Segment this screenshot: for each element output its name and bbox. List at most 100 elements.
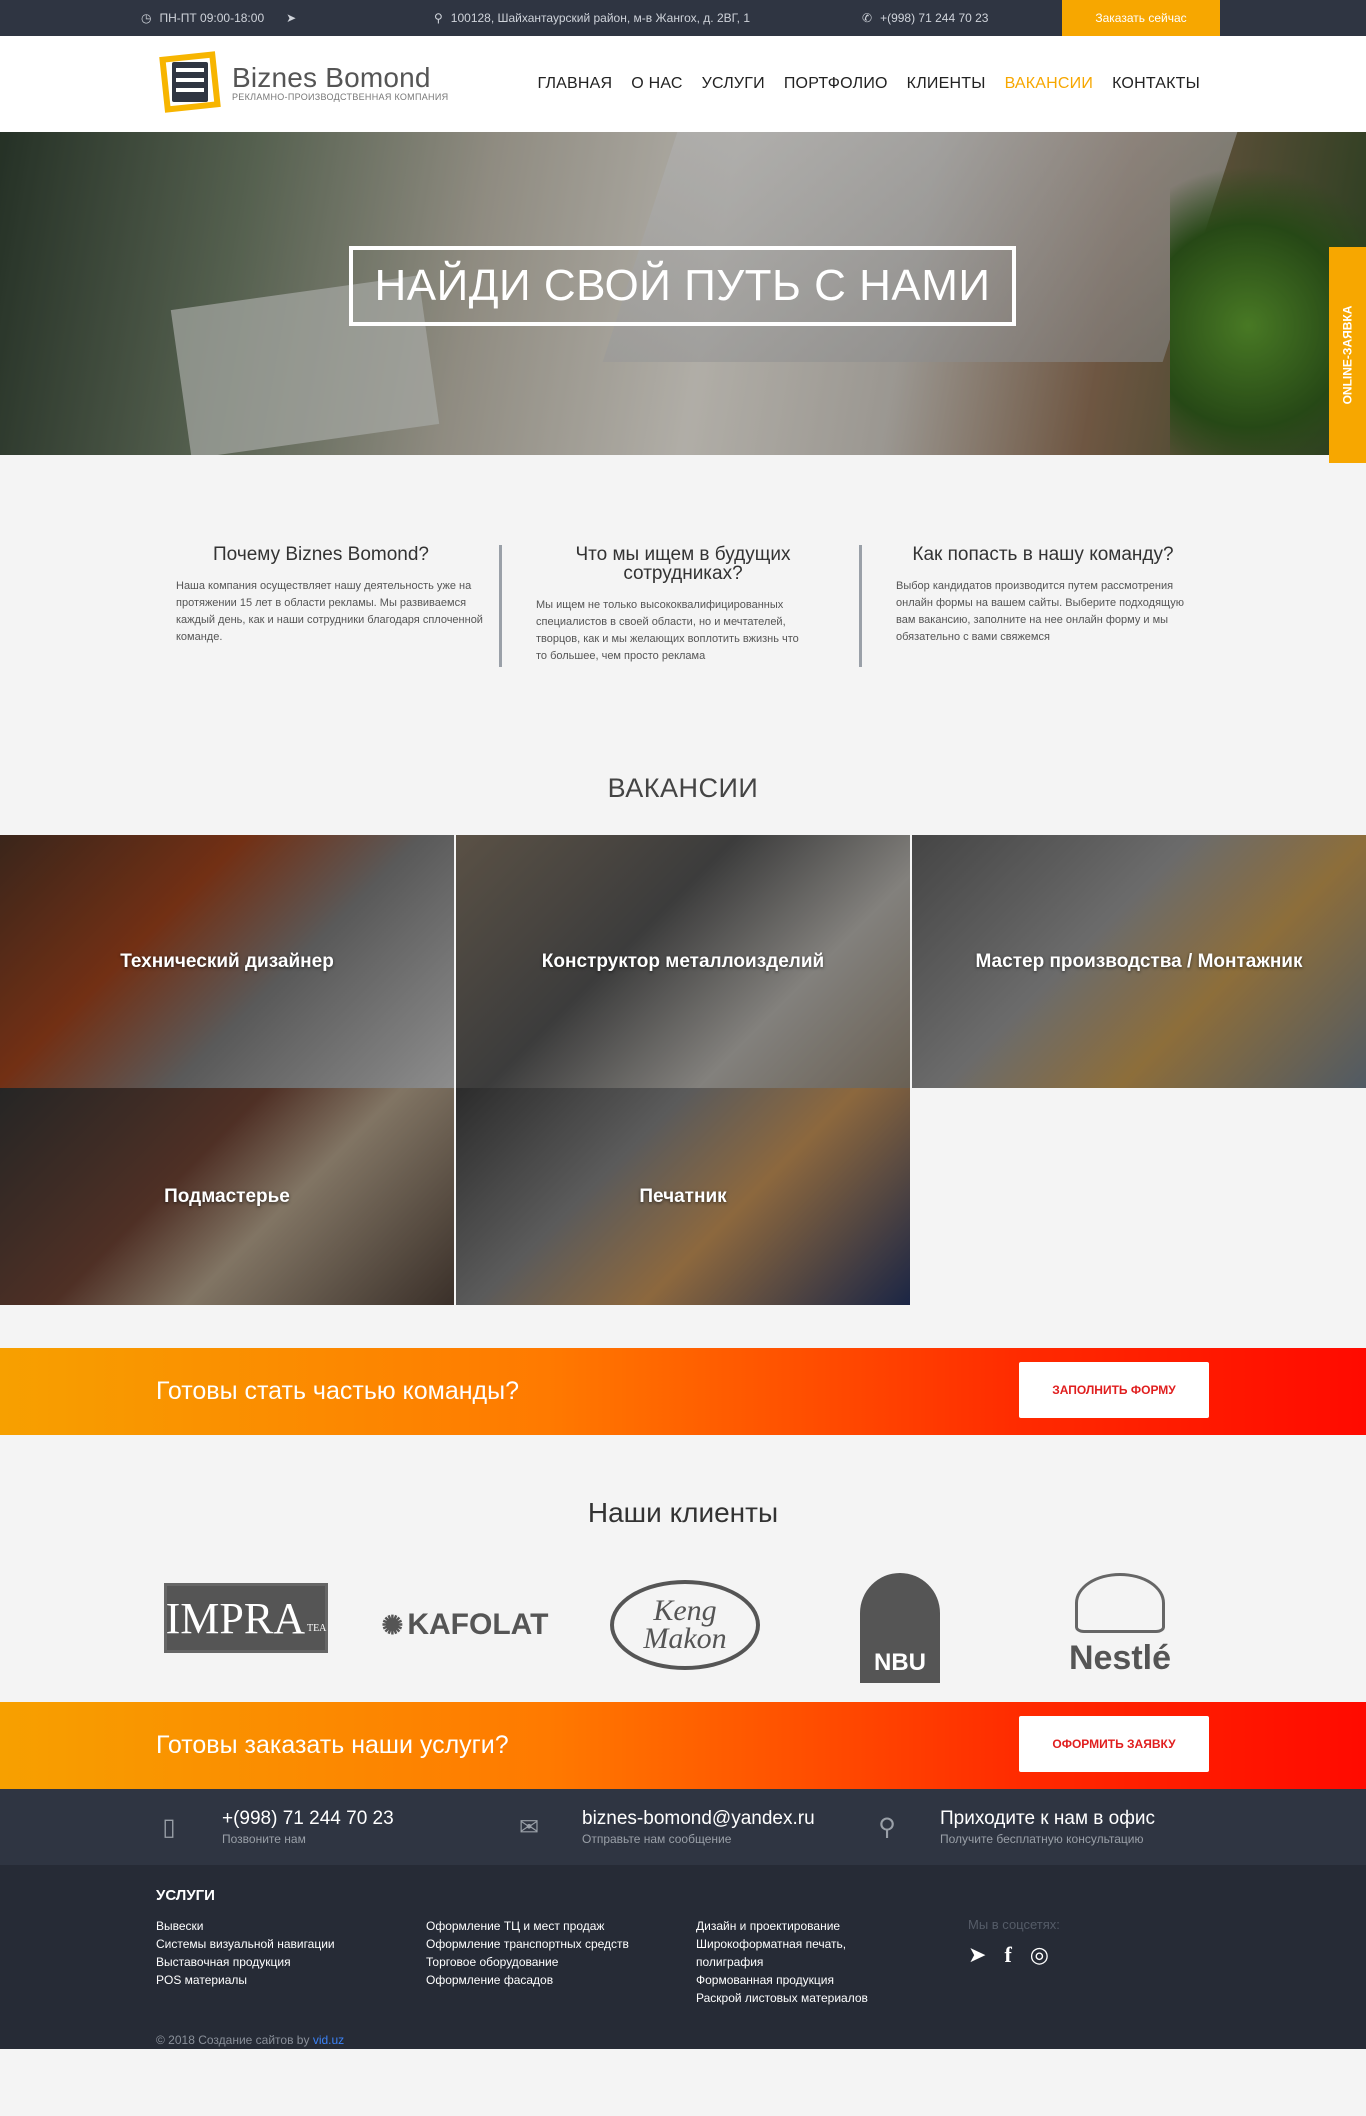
online-request-label[interactable]: ONLINE-ЗАЯВКА: [1341, 306, 1355, 405]
telegram-icon[interactable]: ➤: [286, 11, 296, 25]
clock-icon: ◷: [141, 11, 152, 25]
footer-link[interactable]: Широкоформатная печать, полиграфия: [696, 1935, 886, 1971]
social-label: Мы в соцсетях:: [968, 1917, 1060, 1932]
info-why-title: Почему Biznes Bomond?: [213, 544, 429, 565]
contacts-bar: ▯ +(998) 71 244 70 23 Позвоните нам ✉ biz…: [0, 1789, 1366, 1865]
hero-title: НАЙДИ СВОЙ ПУТЬ С НАМИ: [349, 246, 1016, 326]
fill-form-button[interactable]: ЗАПОЛНИТЬ ФОРМУ: [1019, 1362, 1209, 1418]
online-request-tab[interactable]: ONLINE-ЗАЯВКА: [1329, 247, 1366, 463]
contact-phone[interactable]: ▯ +(998) 71 244 70 23 Позвоните нам: [156, 1789, 394, 1865]
impra-logo-text: IMPRA: [165, 1593, 305, 1643]
contact-email-address[interactable]: biznes-bomond@yandex.ru: [582, 1808, 815, 1830]
client-logo-nbu: NBU: [860, 1573, 940, 1683]
footer: УСЛУГИ Вывески Системы визуальной навига…: [0, 1865, 1366, 2049]
vacancy-printer[interactable]: Печатник: [456, 1088, 910, 1305]
footer-link[interactable]: Раскрой листовых материалов: [696, 1989, 886, 2007]
vacancy-label[interactable]: Технический дизайнер: [120, 951, 334, 973]
vacancy-label[interactable]: Конструктор металлоизделий: [542, 951, 824, 973]
logo-name: Biznes Bomond: [232, 62, 431, 93]
nav-portfolio[interactable]: ПОРТФОЛИО: [784, 75, 888, 93]
address: ⚲ 100128, Шайхантаурский район, м-в Жанг…: [434, 0, 750, 36]
facebook-icon[interactable]: f: [1004, 1942, 1011, 1968]
info-why-text: Наша компания осуществляет нашу деятельн…: [176, 580, 483, 643]
clients-title: Наши клиенты: [587, 1497, 779, 1528]
location-icon: ⚲: [878, 1813, 896, 1841]
info-how-text: Выбор кандидатов производится путем расс…: [896, 580, 1184, 643]
vacancy-technical-designer[interactable]: Технический дизайнер: [0, 835, 454, 1088]
info-what: Что мы ищем в будущих сотрудниках? Мы ищ…: [518, 545, 848, 665]
footer-link[interactable]: Торговое оборудование: [426, 1953, 629, 1971]
phone-icon: ▯: [162, 1813, 176, 1841]
nav-home[interactable]: ГЛАВНАЯ: [538, 75, 613, 93]
top-phone[interactable]: ✆ +(998) 71 244 70 23: [862, 0, 988, 36]
location-pin-icon: ⚲: [434, 11, 443, 25]
vacancy-label[interactable]: Мастер производства / Монтажник: [976, 951, 1303, 973]
social-block: Мы в соцсетях: ➤ f ◎: [968, 1917, 1060, 1968]
footer-col-2: Оформление ТЦ и мест продаж Оформление т…: [426, 1917, 629, 1989]
telegram-icon[interactable]: ➤: [968, 1942, 986, 1968]
vacancy-production-master[interactable]: Мастер производства / Монтажник: [912, 835, 1366, 1088]
footer-link[interactable]: Формованная продукция: [696, 1971, 886, 1989]
footer-link[interactable]: Выставочная продукция: [156, 1953, 335, 1971]
divider: [499, 545, 502, 667]
vacancies-grid: Технический дизайнер Конструктор металло…: [0, 835, 1366, 1305]
client-logo-keng-makon: Keng Makon: [610, 1580, 760, 1670]
nav-about[interactable]: О НАС: [631, 75, 682, 93]
cta-order-services: Готовы заказать наши услуги? ОФОРМИТЬ ЗА…: [0, 1702, 1366, 1789]
contact-office-title[interactable]: Приходите к нам в офис: [940, 1808, 1155, 1830]
contact-phone-number[interactable]: +(998) 71 244 70 23: [222, 1808, 394, 1830]
client-logo-impra: IMPRA TEA: [164, 1583, 328, 1653]
contact-email-sub: Отправьте нам сообщение: [582, 1832, 732, 1846]
contact-office[interactable]: ⚲ Приходите к нам в офис Получите бесплат…: [874, 1789, 1155, 1865]
vacancy-apprentice[interactable]: Подмастерье: [0, 1088, 454, 1305]
main-nav: ГЛАВНАЯ О НАС УСЛУГИ ПОРТФОЛИО КЛИЕНТЫ В…: [538, 36, 1201, 132]
working-hours: ◷ ПН-ПТ 09:00-18:00 ➤: [141, 0, 296, 36]
info-why: Почему Biznes Bomond? Наша компания осущ…: [156, 545, 486, 646]
contact-office-sub: Получите бесплатную консультацию: [940, 1832, 1144, 1846]
footer-link[interactable]: Оформление фасадов: [426, 1971, 629, 1989]
info-section: Почему Biznes Bomond? Наша компания осущ…: [0, 455, 1366, 835]
phone-icon: ✆: [862, 11, 873, 25]
cta-join-title: Готовы стать частью команды?: [156, 1377, 520, 1405]
order-now-button[interactable]: Заказать сейчас: [1062, 0, 1220, 36]
nav-vacancies[interactable]: ВАКАНСИИ: [1005, 75, 1094, 93]
kafolat-logo-text: KAFOLAT: [407, 1608, 549, 1641]
header: Biznes Bomond РЕКЛАМНО-ПРОИЗВОДСТВЕННАЯ …: [0, 36, 1366, 132]
developer-link[interactable]: vid.uz: [313, 2033, 344, 2047]
nestle-logo-text: Nestlé: [1068, 1638, 1172, 1677]
vacancies-title: ВАКАНСИИ: [607, 773, 759, 803]
logo-mark: [156, 48, 224, 116]
kafolat-gear-icon: ✺: [381, 1609, 404, 1640]
vacancy-label[interactable]: Подмастерье: [164, 1186, 290, 1208]
client-logo-kafolat: ✺ KAFOLAT: [380, 1565, 550, 1685]
client-logo-nestle: Nestlé: [1060, 1565, 1180, 1685]
footer-col-3: Дизайн и проектирование Широкоформатная …: [696, 1917, 886, 2007]
info-how: Как попасть в нашу команду? Выбор кандид…: [878, 545, 1208, 646]
footer-link[interactable]: Оформление ТЦ и мест продаж: [426, 1917, 629, 1935]
address-text: 100128, Шайхантаурский район, м-в Жангох…: [450, 11, 751, 25]
cta-order-title: Готовы заказать наши услуги?: [156, 1731, 509, 1759]
instagram-icon[interactable]: ◎: [1030, 1942, 1049, 1968]
submit-request-button[interactable]: ОФОРМИТЬ ЗАЯВКУ: [1019, 1716, 1209, 1772]
top-bar: ◷ ПН-ПТ 09:00-18:00 ➤ ⚲ 100128, Шайханта…: [0, 0, 1366, 36]
copyright: © 2018 Создание сайтов by vid.uz: [156, 2033, 344, 2047]
nav-contacts[interactable]: КОНТАКТЫ: [1112, 75, 1200, 93]
contact-email[interactable]: ✉ biznes-bomond@yandex.ru Отправьте нам с…: [516, 1789, 815, 1865]
logo-tagline: РЕКЛАМНО-ПРОИЗВОДСТВЕННАЯ КОМПАНИЯ: [232, 92, 449, 102]
footer-link[interactable]: POS материалы: [156, 1971, 335, 1989]
nestle-nest-icon: [1075, 1572, 1165, 1633]
footer-link[interactable]: Оформление транспортных средств: [426, 1935, 629, 1953]
logo[interactable]: Biznes Bomond РЕКЛАМНО-ПРОИЗВОДСТВЕННАЯ …: [156, 48, 448, 116]
divider: [859, 545, 862, 667]
vacancy-label[interactable]: Печатник: [639, 1186, 726, 1208]
nav-services[interactable]: УСЛУГИ: [702, 75, 765, 93]
nav-clients[interactable]: КЛИЕНТЫ: [907, 75, 986, 93]
footer-link[interactable]: Системы визуальной навигации: [156, 1935, 335, 1953]
top-phone-text[interactable]: +(998) 71 244 70 23: [880, 11, 988, 25]
hero-banner: НАЙДИ СВОЙ ПУТЬ С НАМИ: [0, 132, 1366, 455]
vacancy-metal-constructor[interactable]: Конструктор металлоизделий: [456, 835, 910, 1088]
footer-link[interactable]: Дизайн и проектирование: [696, 1917, 886, 1935]
footer-link[interactable]: Вывески: [156, 1917, 335, 1935]
footer-col-1: Вывески Системы визуальной навигации Выс…: [156, 1917, 335, 1989]
info-how-title: Как попасть в нашу команду?: [912, 544, 1174, 565]
